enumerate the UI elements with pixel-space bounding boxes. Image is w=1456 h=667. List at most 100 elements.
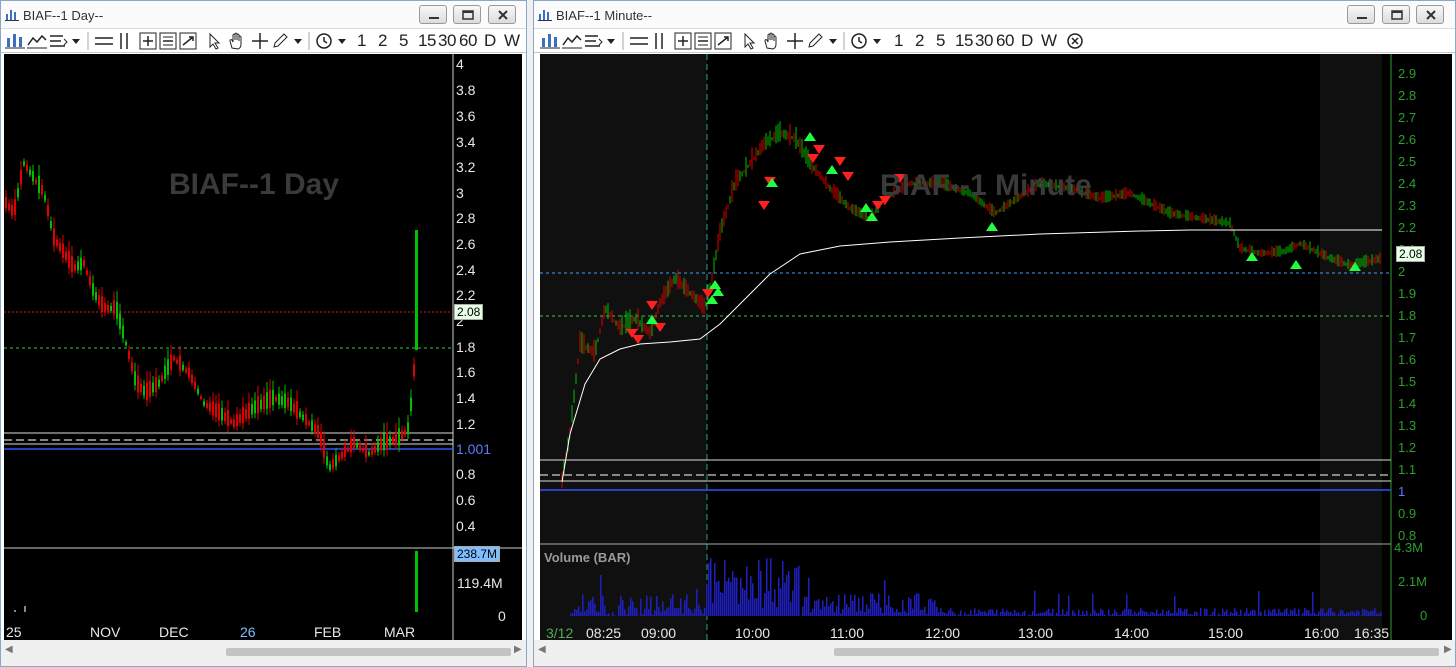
candle-chart-icon[interactable]: [540, 32, 560, 50]
volume-bar: [1056, 612, 1058, 616]
candle-body: [149, 381, 151, 397]
period-60-button[interactable]: 60: [996, 31, 1014, 51]
close-button[interactable]: [1416, 5, 1444, 24]
volume-bar: [1222, 608, 1224, 616]
volume-bar: [1264, 610, 1266, 616]
dropdown-arrow-icon[interactable]: [71, 32, 81, 50]
volume-bar: [1224, 611, 1226, 616]
period-60-button[interactable]: 60: [459, 31, 477, 51]
volume-bar: [606, 614, 608, 616]
volume-bar: [712, 602, 714, 616]
volume-bar: [1138, 611, 1140, 616]
y-tick: 2.6: [456, 236, 476, 252]
period-day-button[interactable]: D: [1021, 31, 1033, 51]
line-chart-icon[interactable]: [562, 32, 582, 50]
period-1-button[interactable]: 1: [894, 31, 903, 51]
dropdown-arrow-icon[interactable]: [606, 32, 616, 50]
hand-pan-icon[interactable]: [762, 32, 780, 50]
candle-body: [185, 368, 187, 373]
period-week-button[interactable]: W: [504, 31, 520, 51]
scroll-left-icon[interactable]: ◀: [538, 644, 546, 655]
period-week-button[interactable]: W: [1041, 31, 1057, 51]
period-30-button[interactable]: 30: [975, 31, 993, 51]
dropdown-arrow-icon[interactable]: [337, 32, 347, 50]
zoom-out-icon[interactable]: [159, 32, 177, 50]
scroll-right-icon[interactable]: ▶: [514, 644, 522, 655]
dropdown-arrow-icon[interactable]: [872, 32, 882, 50]
minute-chart-area[interactable]: BIAF--1 Minute Volume (BAR) 2.9 2.8 2.7 …: [540, 54, 1452, 642]
minimize-icon: [429, 17, 439, 19]
candle-body: [158, 379, 160, 387]
volume-bar: [764, 592, 766, 616]
maximize-button[interactable]: [1382, 5, 1410, 24]
crosshair-icon[interactable]: [251, 32, 269, 50]
period-2-button[interactable]: 2: [378, 31, 387, 51]
pencil-draw-icon[interactable]: [271, 32, 289, 50]
candle-body: [245, 409, 247, 419]
volume-bar: [1096, 613, 1098, 616]
hand-pan-icon[interactable]: [227, 32, 245, 50]
scroll-left-icon[interactable]: ◀: [5, 644, 13, 655]
zoom-in-icon[interactable]: [674, 32, 692, 50]
close-circle-icon[interactable]: [1066, 32, 1084, 50]
indicator-icon[interactable]: [584, 32, 604, 50]
volume-bar: [1316, 614, 1318, 616]
period-1-button[interactable]: 1: [357, 31, 366, 51]
candle-body: [359, 443, 361, 451]
volume-bar: [860, 610, 862, 616]
period-2-button[interactable]: 2: [915, 31, 924, 51]
daily-chart-area[interactable]: BIAF--1 Day 4 3.8 3.6 3.4 3.2 3 2.8 2.6 …: [4, 54, 522, 642]
period-5-button[interactable]: 5: [936, 31, 945, 51]
crosshair-icon[interactable]: [786, 32, 804, 50]
line-chart-icon[interactable]: [27, 32, 47, 50]
volume-bar: [1112, 613, 1114, 616]
vertical-lines-icon[interactable]: [117, 32, 131, 50]
candle-body: [299, 411, 301, 418]
close-button[interactable]: [488, 5, 516, 24]
period-day-button[interactable]: D: [484, 31, 496, 51]
cursor-arrow-icon[interactable]: [742, 32, 758, 50]
volume-bar: [648, 609, 650, 616]
period-5-button[interactable]: 5: [399, 31, 408, 51]
volume-bar: [582, 594, 584, 616]
clock-icon[interactable]: [314, 32, 334, 50]
volume-bar: [1282, 612, 1284, 616]
volume-bar: [792, 590, 794, 616]
fit-icon[interactable]: [714, 32, 732, 50]
pencil-draw-icon[interactable]: [806, 32, 824, 50]
horizontal-lines-icon[interactable]: [628, 32, 650, 50]
title-bar[interactable]: BIAF--1 Minute--: [534, 1, 1455, 29]
volume-bar: [1364, 609, 1366, 616]
cursor-arrow-icon[interactable]: [207, 32, 223, 50]
candle-body: [14, 199, 16, 215]
zoom-out-icon[interactable]: [694, 32, 712, 50]
minimize-button[interactable]: [419, 5, 447, 24]
horizontal-lines-icon[interactable]: [93, 32, 115, 50]
candle-chart-icon[interactable]: [5, 32, 25, 50]
candle-body: [347, 447, 349, 452]
scroll-right-icon[interactable]: ▶: [1444, 644, 1452, 655]
dropdown-arrow-icon[interactable]: [293, 32, 303, 50]
dropdown-arrow-icon[interactable]: [828, 32, 838, 50]
vertical-lines-icon[interactable]: [652, 32, 666, 50]
volume-bar: [574, 608, 576, 616]
period-30-button[interactable]: 30: [438, 31, 456, 51]
scroll-thumb[interactable]: [226, 648, 511, 656]
candle-body: [134, 371, 136, 386]
maximize-button[interactable]: [453, 5, 481, 24]
indicator-icon[interactable]: [49, 32, 69, 50]
candle-body: [290, 397, 292, 412]
volume-bar: [804, 596, 806, 616]
volume-bar: [970, 610, 972, 616]
period-15-button[interactable]: 15: [955, 31, 973, 51]
zoom-in-icon[interactable]: [139, 32, 157, 50]
horizontal-scrollbar[interactable]: ◀ ▶: [1, 640, 526, 666]
title-bar[interactable]: BIAF--1 Day--: [1, 1, 526, 29]
volume-bar: [1296, 614, 1298, 616]
fit-icon[interactable]: [179, 32, 197, 50]
clock-icon[interactable]: [849, 32, 869, 50]
scroll-thumb[interactable]: [834, 648, 1439, 656]
horizontal-scrollbar[interactable]: ◀ ▶: [534, 640, 1455, 666]
period-15-button[interactable]: 15: [418, 31, 436, 51]
minimize-button[interactable]: [1347, 5, 1375, 24]
